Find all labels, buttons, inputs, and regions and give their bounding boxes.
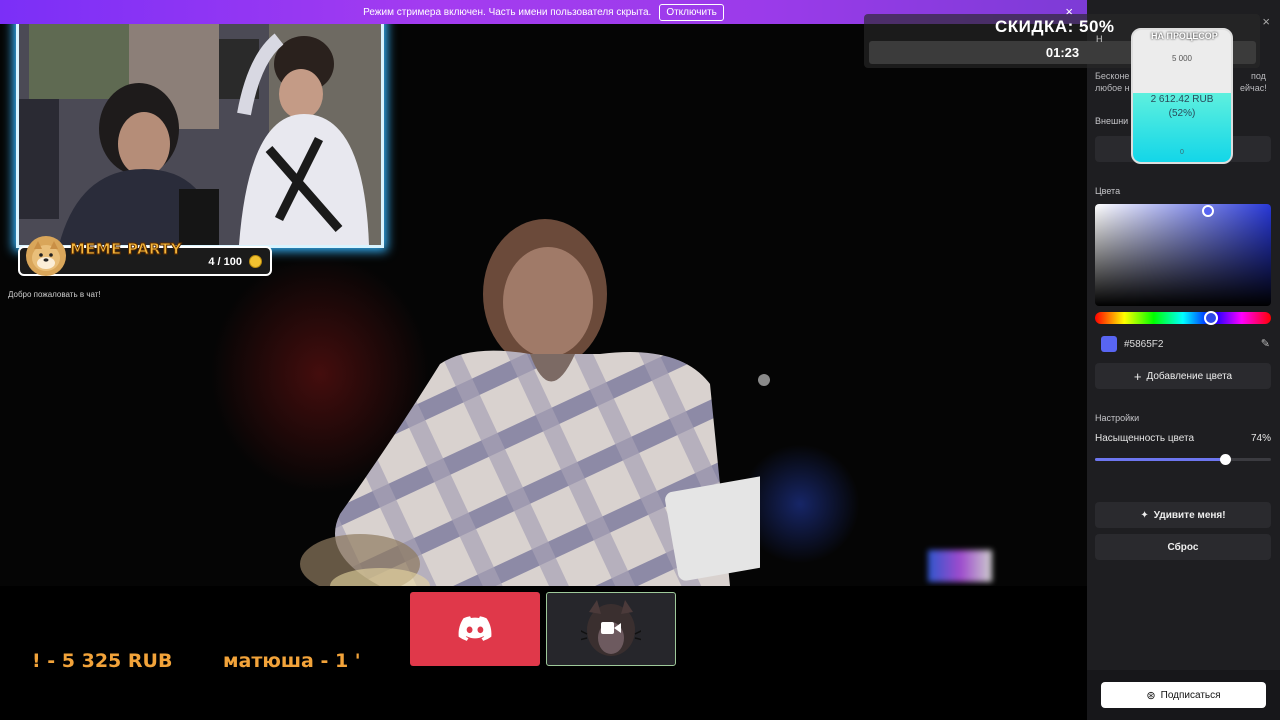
panel-desc-line1-end: под — [1251, 71, 1266, 81]
goal-title: НА ПРОЦЕСОР — [1151, 31, 1218, 41]
color-picker-area[interactable] — [1095, 204, 1271, 306]
donation-ticker-2: матюша - 1 ' — [223, 650, 361, 672]
donation-goal-widget: 5 000 2 612.42 RUB (52%) 0 — [1131, 28, 1233, 164]
panel-desc-line2-end: ейчас! — [1240, 83, 1267, 93]
saturation-slider[interactable] — [1095, 454, 1271, 465]
saturation-label: Насыщенность цвета — [1095, 433, 1195, 444]
discord-icon — [458, 616, 492, 641]
plus-icon: + — [1133, 368, 1142, 384]
saturation-slider-fill — [1095, 458, 1226, 461]
panel-desc-line1: Бесконе — [1095, 71, 1130, 81]
hue-slider-handle[interactable] — [1204, 311, 1218, 325]
add-color-label: Добавление цвета — [1146, 370, 1233, 382]
stream-screen: Режим стримера включен. Часть имени поль… — [0, 0, 1280, 720]
meme-party-badge: MEME PARTY 4 / 100 — [18, 236, 272, 276]
goal-percent: (52%) — [1168, 108, 1196, 119]
donation-ticker-1: ! - 5 325 RUB — [32, 650, 173, 672]
subscribe-label: Подписаться — [1160, 689, 1221, 701]
banner-text: Режим стримера включен. Часть имени поль… — [363, 6, 652, 18]
timer-text: 01:23 — [1045, 45, 1080, 60]
webcam-light — [758, 374, 770, 386]
surprise-me-button[interactable]: ✦ Удивите меня! — [1095, 502, 1271, 528]
hex-value[interactable]: #5865F2 — [1124, 339, 1163, 350]
meme-party-count: 4 / 100 — [208, 256, 242, 268]
color-swatch[interactable] — [1101, 336, 1117, 352]
external-label: Внешни — [1095, 116, 1129, 126]
goal-amount: 2 612.42 RUB — [1150, 94, 1214, 105]
goal-min: 0 — [1180, 149, 1184, 156]
coin-icon — [249, 255, 262, 268]
magic-wand-icon: ✦ — [1140, 509, 1149, 521]
eyedropper-icon[interactable]: ✎ — [1261, 337, 1270, 350]
hue-slider[interactable] — [1095, 312, 1271, 324]
discord-tile[interactable] — [410, 592, 540, 666]
surprise-me-label: Удивите меня! — [1153, 509, 1226, 521]
webcam-overlay — [16, 16, 384, 248]
goal-target: 5 000 — [1171, 54, 1193, 63]
saturation-value: 74% — [1250, 433, 1271, 444]
subscribe-button[interactable]: ⊛ Подписаться — [1101, 682, 1266, 708]
panel-desc-line2: любое н — [1095, 83, 1130, 93]
close-icon[interactable]: × — [1262, 14, 1270, 29]
participant-tile[interactable] — [546, 592, 676, 666]
streamer-figure — [300, 219, 760, 586]
chat-welcome-text: Добро пожаловать в чат! — [8, 290, 101, 299]
disable-streamer-mode-button[interactable]: Отключить — [659, 3, 724, 21]
reset-label: Сброс — [1167, 541, 1199, 553]
meme-party-title: MEME PARTY — [70, 240, 182, 259]
add-color-button[interactable]: + Добавление цвета — [1095, 363, 1271, 389]
settings-label: Настройки — [1095, 413, 1140, 423]
rgb-lamp — [928, 550, 992, 582]
webcam-scene — [19, 19, 381, 245]
camera-icon — [601, 621, 621, 635]
colors-label: Цвета — [1095, 186, 1121, 196]
color-picker-handle[interactable] — [1202, 205, 1214, 217]
subscribe-icon: ⊛ — [1146, 689, 1156, 702]
discount-label: СКИДКА: 50% — [995, 17, 1115, 36]
reset-button[interactable]: Сброс — [1095, 534, 1271, 560]
saturation-slider-handle[interactable] — [1220, 454, 1232, 465]
doge-icon — [26, 236, 66, 276]
